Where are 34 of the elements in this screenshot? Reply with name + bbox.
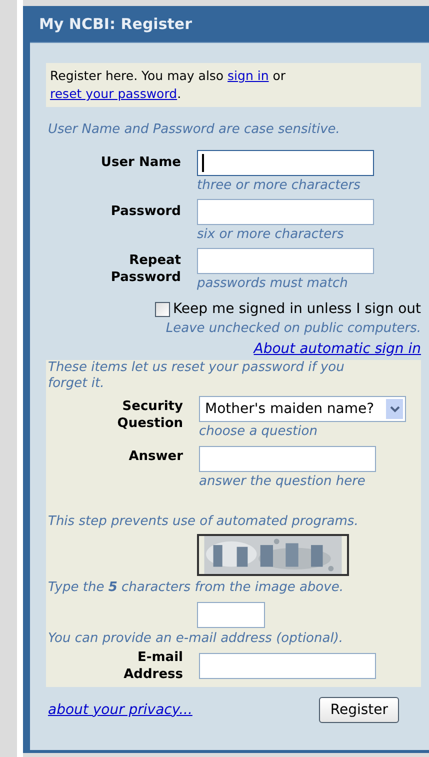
field-label: User Name: [100, 154, 181, 172]
question-select[interactable]: Mother's maiden name?: [199, 396, 406, 422]
input-field[interactable]: [197, 150, 374, 176]
intro-text: Register here. You may also sign in or reset your password.: [50, 67, 287, 103]
page-title: My NCBI: Register: [39, 14, 192, 35]
field-label: Security Question: [116, 398, 183, 433]
input-field[interactable]: [197, 248, 374, 274]
field-hint: six or more characters: [197, 226, 345, 244]
field-hint: answer the question here: [199, 473, 366, 491]
reset-password-link[interactable]: reset your password: [50, 86, 178, 101]
field-label: Password: [110, 203, 181, 221]
sign-in-link[interactable]: sign in: [228, 68, 269, 83]
field-hint: passwords must match: [197, 275, 349, 293]
register-button[interactable]: Register: [319, 697, 399, 723]
text-cursor: [202, 154, 204, 172]
recovery-note: These items let us reset your password if you forget it.: [48, 360, 346, 392]
input-field[interactable]: [197, 199, 374, 225]
captcha-note: This step prevents use of automated programs.: [48, 513, 360, 531]
automatic-sign-in-link[interactable]: About automatic sign in: [254, 339, 421, 359]
field-label: E-mail Address: [122, 649, 183, 683]
privacy-link[interactable]: about your privacy...: [48, 700, 192, 720]
case-sensitive-note: User Name and Password are case sensitive.: [48, 121, 341, 139]
captcha-field[interactable]: [197, 602, 265, 628]
input-field[interactable]: [199, 653, 376, 679]
field-hint: three or more characters: [197, 177, 362, 195]
checkbox[interactable]: [154, 302, 170, 316]
checkbox-label: Keep me signed in unless I sign out: [172, 300, 421, 319]
input-field[interactable]: [199, 446, 376, 472]
checkbox-hint: Leave unchecked on public computers.: [166, 320, 421, 338]
captcha-instruction: Type the 5 characters from the image above.: [48, 579, 344, 597]
field-label: Repeat Password: [110, 252, 181, 287]
email-note: You can provide an e-mail address (optional).: [48, 630, 344, 648]
field-label: Answer: [128, 448, 183, 466]
field-hint: choose a question: [199, 423, 318, 441]
